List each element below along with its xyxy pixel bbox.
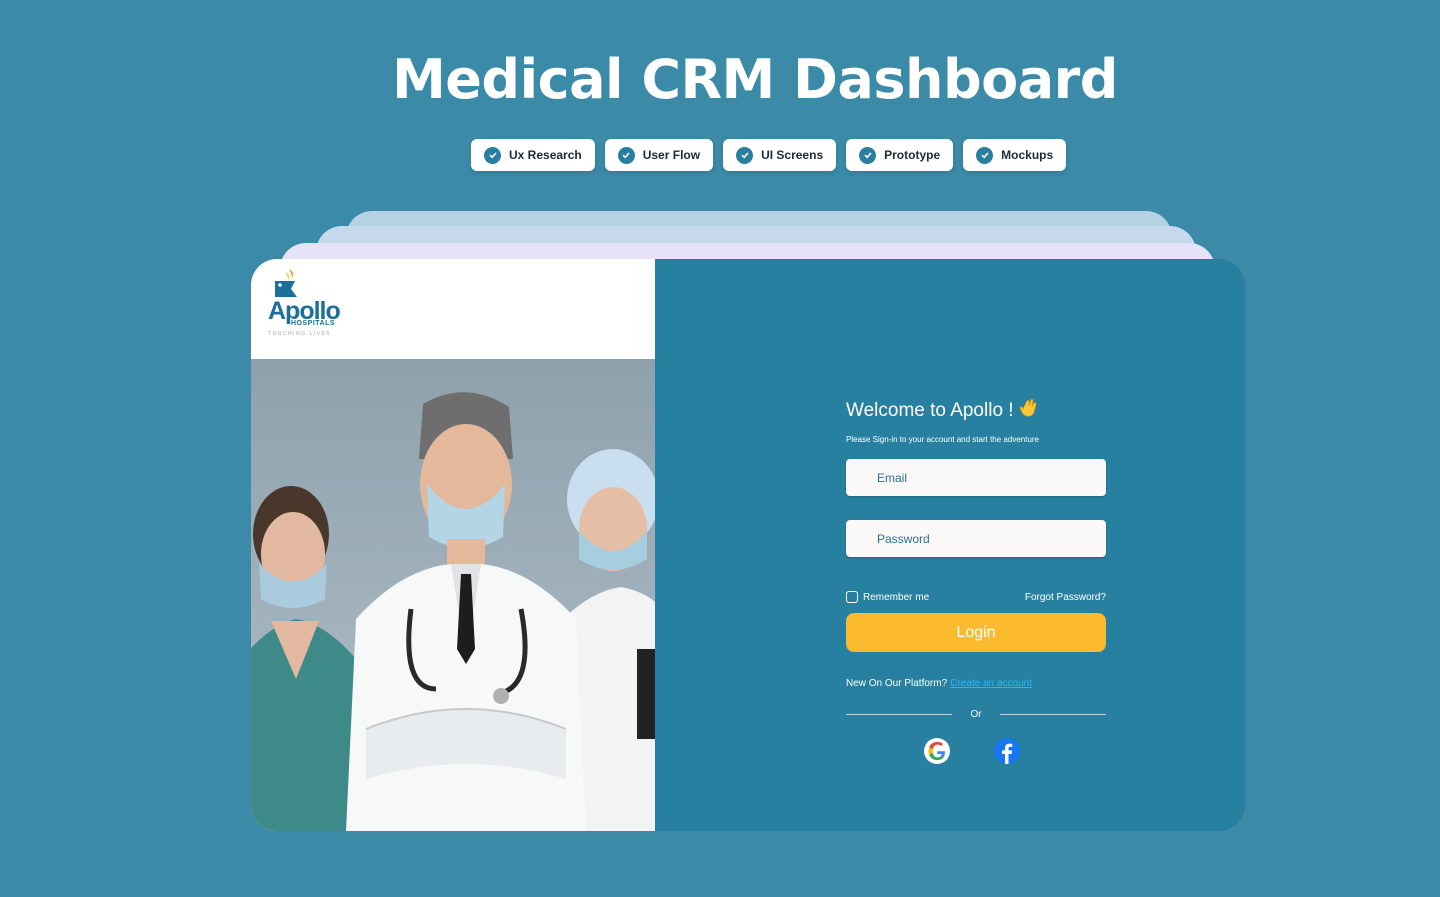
brand-panel: Apollo HOSPITALS TOUCHING LIVES [251, 259, 655, 831]
login-panel: Welcome to Apollo ! Please Sign-in to yo… [655, 259, 1245, 831]
password-placeholder: Password [877, 531, 930, 546]
welcome-heading: Welcome to Apollo ! [846, 397, 1106, 425]
login-card: Apollo HOSPITALS TOUCHING LIVES Welcome … [251, 259, 1245, 831]
page-title: Medical CRM Dashboard [392, 48, 1118, 111]
facebook-login-button[interactable] [992, 736, 1022, 766]
tag-ui-screens: UI Screens [723, 139, 837, 171]
tag-user-flow: User Flow [604, 139, 714, 171]
or-divider: Or [846, 709, 1106, 720]
remember-me-checkbox[interactable]: Remember me [846, 591, 929, 603]
check-circle-icon [736, 146, 754, 164]
create-account-link[interactable]: Create an account [950, 678, 1032, 689]
divider-line [1000, 714, 1106, 715]
tag-label: User Flow [642, 148, 701, 162]
doctors-photo [251, 359, 655, 831]
tag-prototype: Prototype [846, 139, 954, 171]
login-form: Welcome to Apollo ! Please Sign-in to yo… [846, 397, 1106, 766]
brand-sub: HOSPITALS [291, 320, 336, 327]
waving-hand-icon [1018, 397, 1040, 425]
check-circle-icon [484, 146, 501, 164]
email-field[interactable]: Email [846, 459, 1106, 496]
brand-tagline: TOUCHING LIVES [268, 331, 332, 337]
check-circle-icon [976, 146, 994, 164]
new-platform-text: New On Our Platform? [846, 678, 948, 689]
signup-row: New On Our Platform? Create an account [846, 678, 1106, 689]
apollo-logo: Apollo HOSPITALS TOUCHING LIVES [251, 259, 655, 359]
login-subtitle: Please Sign-in to your account and start… [846, 435, 1040, 444]
email-placeholder: Email [877, 470, 908, 485]
social-login [846, 736, 1106, 766]
or-label: Or [970, 709, 982, 720]
tag-list: Ux Research User Flow UI Screens Prototy… [471, 139, 1067, 171]
options-row: Remember me Forgot Password? [846, 591, 1106, 603]
login-button[interactable]: Login [846, 613, 1106, 652]
tag-ux-research: Ux Research [471, 139, 595, 171]
checkbox-box[interactable] [846, 591, 858, 603]
apollo-emblem-icon [275, 269, 297, 297]
password-field[interactable]: Password [846, 520, 1106, 557]
tag-label: Prototype [884, 148, 941, 162]
tag-label: Ux Research [509, 148, 582, 162]
welcome-text: Welcome to Apollo ! [846, 400, 1014, 421]
check-circle-icon [617, 146, 635, 164]
tag-mockups: Mockups [963, 139, 1067, 171]
google-login-button[interactable] [922, 736, 952, 766]
facebook-icon [994, 738, 1020, 764]
tag-label: UI Screens [761, 148, 824, 162]
check-circle-icon [859, 146, 877, 164]
google-icon [924, 738, 950, 764]
divider-line [846, 714, 952, 715]
remember-label: Remember me [863, 591, 930, 603]
forgot-password-link[interactable]: Forgot Password? [1025, 592, 1106, 603]
tag-label: Mockups [1001, 148, 1054, 162]
